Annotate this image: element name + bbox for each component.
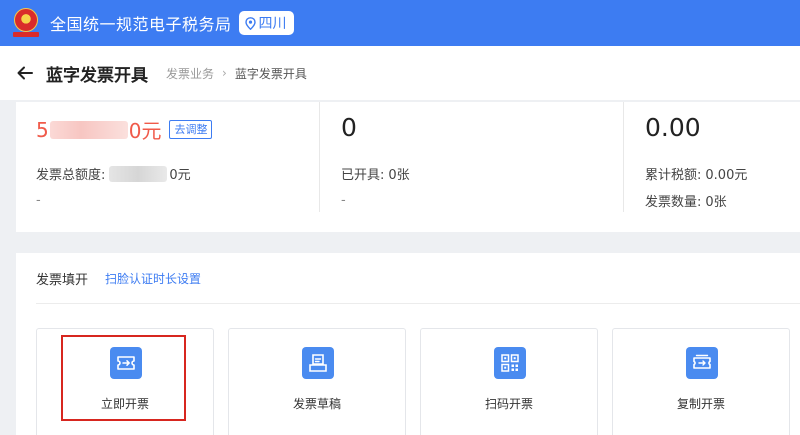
issued-dash: -	[341, 193, 346, 208]
tax-label: 累计税额:	[645, 168, 702, 183]
section-divider	[36, 303, 800, 304]
tax-column: 0.00 累计税额: 0.00元 发票数量: 0张	[624, 102, 800, 232]
breadcrumb: 发票业务 › 蓝字发票开具	[166, 65, 307, 82]
qr-code-icon	[494, 347, 526, 379]
tax-row: 累计税额: 0.00元	[645, 164, 747, 183]
available-quota: 5 0元 去调整	[36, 115, 213, 144]
redacted-total-quota	[109, 165, 168, 182]
red-highlight-box	[61, 335, 186, 421]
location-pin-icon	[244, 16, 256, 30]
tile-label: 复制开票	[676, 397, 725, 411]
copy-ticket-icon	[686, 347, 718, 379]
quota-amount-suffix: 0元	[128, 119, 162, 143]
adjust-button[interactable]: 去调整	[169, 120, 213, 139]
breadcrumb-separator-icon: ›	[222, 66, 227, 80]
tile-label: 发票草稿	[292, 397, 341, 411]
issued-row: 已开具: 0张	[341, 164, 410, 183]
issued-label: 已开具:	[341, 168, 385, 183]
section-title: 发票填开	[36, 273, 89, 288]
tax-value: 0.00元	[705, 168, 748, 183]
invoice-count-label: 发票数量:	[645, 195, 702, 210]
stats-card: 5 0元 去调整 发票总额度: 0元 - 0 已开具: 0张 - 0.00 累计…	[16, 102, 800, 232]
tax-total: 0.00	[645, 113, 701, 142]
site-title: 全国统一规范电子税务局	[50, 15, 232, 34]
issued-column: 0 已开具: 0张 -	[320, 102, 624, 232]
invoice-count-row: 发票数量: 0张	[645, 191, 727, 210]
section-header: 发票填开 扫脸认证时长设置	[36, 269, 201, 288]
quota-amount-prefix: 5	[36, 117, 49, 142]
tile-scan-issue[interactable]: 扫码开票	[420, 328, 598, 435]
region-selector[interactable]: 四川	[238, 11, 294, 35]
national-emblem-icon	[11, 6, 41, 40]
breadcrumb-item-invoice-business[interactable]: 发票业务	[166, 65, 214, 82]
breadcrumb-item-current: 蓝字发票开具	[234, 66, 307, 81]
region-label: 四川	[258, 16, 287, 32]
tile-invoice-draft[interactable]: 发票草稿	[228, 328, 406, 435]
invoice-count-value: 0张	[705, 195, 727, 210]
tile-label: 扫码开票	[484, 397, 533, 411]
quota-column: 5 0元 去调整 发票总额度: 0元 -	[16, 102, 320, 232]
back-arrow-icon[interactable]	[16, 64, 34, 82]
page-header: 蓝字发票开具 发票业务 › 蓝字发票开具	[0, 46, 800, 100]
page-title: 蓝字发票开具	[46, 65, 148, 86]
quota-dash: -	[36, 193, 41, 208]
top-bar: 全国统一规范电子税务局 四川	[0, 0, 800, 46]
total-quota-label: 发票总额度:	[36, 168, 106, 183]
tile-copy-issue[interactable]: 复制开票	[612, 328, 790, 435]
issued-value: 0张	[388, 168, 410, 183]
total-quota-row: 发票总额度: 0元	[36, 164, 191, 183]
issued-count: 0	[341, 113, 357, 142]
draft-document-icon	[302, 347, 334, 379]
total-quota-suffix: 0元	[169, 168, 191, 183]
face-auth-duration-link[interactable]: 扫脸认证时长设置	[105, 270, 201, 287]
redacted-amount	[49, 120, 128, 139]
